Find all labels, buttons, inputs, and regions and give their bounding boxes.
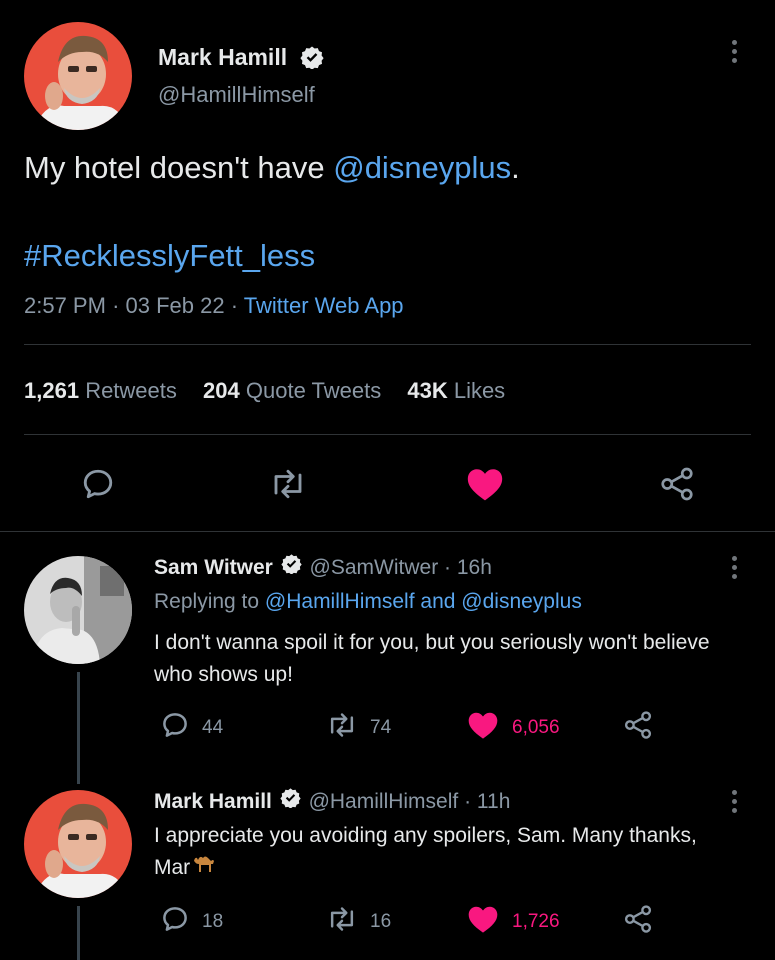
divider bbox=[0, 531, 775, 532]
mention-link[interactable]: @disneyplus bbox=[333, 150, 511, 185]
hashtag-link[interactable]: #RecklesslyFett_less bbox=[24, 238, 315, 274]
replying-prefix: Replying to bbox=[154, 590, 265, 613]
reply-icon bbox=[160, 710, 190, 745]
reply-text: I appreciate you avoiding any spoilers, … bbox=[154, 820, 714, 884]
likes-count: 43K bbox=[407, 378, 448, 403]
heart-icon bbox=[466, 710, 500, 745]
reply-handle[interactable]: @SamWitwer bbox=[310, 556, 439, 579]
main-handle[interactable]: @HamillHimself bbox=[158, 82, 315, 108]
tweet-meta: 2:57 PM · 03 Feb 22 · Twitter Web App bbox=[24, 293, 404, 319]
reply-count: 18 bbox=[202, 910, 224, 932]
share-icon[interactable] bbox=[622, 904, 654, 939]
tweet-source[interactable]: Twitter Web App bbox=[244, 293, 404, 318]
reply-header: Mark Hamill @HamillHimself · 11h bbox=[154, 787, 510, 816]
reply-action[interactable]: 18 bbox=[160, 904, 223, 939]
reply-text-body: I appreciate you avoiding any spoilers, … bbox=[154, 824, 697, 879]
avatar-mark-hamill[interactable] bbox=[24, 22, 132, 130]
camel-emoji bbox=[192, 852, 216, 884]
more-icon[interactable] bbox=[732, 790, 738, 817]
reply-handle[interactable]: @HamillHimself bbox=[309, 790, 459, 813]
tweet-text-prefix: My hotel doesn't have bbox=[24, 150, 334, 185]
share-icon[interactable] bbox=[658, 466, 696, 507]
share-icon[interactable] bbox=[622, 710, 654, 745]
like-action[interactable]: 6,056 bbox=[466, 710, 560, 745]
heart-icon[interactable] bbox=[465, 466, 505, 507]
retweet-icon bbox=[326, 710, 358, 745]
retweet-count: 16 bbox=[370, 910, 392, 932]
main-display-name[interactable]: Mark Hamill bbox=[158, 44, 287, 71]
likes-stat[interactable]: 43K Likes bbox=[407, 378, 505, 403]
tweet-date[interactable]: 03 Feb 22 bbox=[126, 293, 225, 318]
thread-line bbox=[77, 906, 80, 960]
avatar-mark-hamill[interactable] bbox=[24, 790, 132, 898]
retweet-count: 74 bbox=[370, 716, 392, 738]
thread-line bbox=[77, 672, 80, 784]
replying-and: and bbox=[414, 590, 462, 613]
quotes-count: 204 bbox=[203, 378, 240, 403]
retweet-action[interactable]: 16 bbox=[326, 904, 391, 939]
avatar-sam-witwer[interactable] bbox=[24, 556, 132, 664]
replying-user-1[interactable]: @HamillHimself bbox=[265, 590, 415, 613]
retweet-icon[interactable] bbox=[268, 466, 308, 507]
meta-separator-2: · bbox=[230, 293, 239, 318]
reply-count: 44 bbox=[202, 716, 224, 738]
verified-icon bbox=[281, 553, 302, 580]
like-count: 6,056 bbox=[512, 716, 560, 738]
tweet-text: My hotel doesn't have @disneyplus. bbox=[24, 150, 520, 186]
reply-age[interactable]: · 11h bbox=[464, 790, 510, 813]
reply-action[interactable]: 44 bbox=[160, 710, 223, 745]
reply-display-name[interactable]: Mark Hamill bbox=[154, 790, 272, 813]
tweet-text-suffix: . bbox=[511, 150, 520, 185]
more-icon[interactable] bbox=[732, 40, 738, 67]
verified-icon bbox=[280, 787, 301, 814]
heart-icon bbox=[466, 904, 500, 939]
reply-header: Sam Witwer @SamWitwer · 16h bbox=[154, 553, 492, 582]
reply-icon bbox=[160, 904, 190, 939]
retweets-count: 1,261 bbox=[24, 378, 80, 403]
quotes-stat[interactable]: 204 Quote Tweets bbox=[203, 378, 381, 403]
divider bbox=[24, 434, 751, 435]
like-action[interactable]: 1,726 bbox=[466, 904, 560, 939]
like-count: 1,726 bbox=[512, 910, 560, 932]
verified-icon bbox=[300, 45, 324, 74]
divider bbox=[24, 344, 751, 345]
reply-age[interactable]: · 16h bbox=[444, 556, 492, 579]
more-icon[interactable] bbox=[732, 556, 738, 583]
reply-display-name[interactable]: Sam Witwer bbox=[154, 556, 273, 579]
retweets-label: Retweets bbox=[85, 378, 177, 403]
reply-text: I don't wanna spoil it for you, but you … bbox=[154, 631, 710, 686]
replying-to: Replying to @HamillHimself and @disneypl… bbox=[154, 590, 582, 614]
meta-separator: · bbox=[112, 293, 120, 318]
tweet-stats: 1,261 Retweets 204 Quote Tweets 43K Like… bbox=[24, 378, 505, 404]
reply-icon[interactable] bbox=[80, 466, 116, 507]
replying-user-2[interactable]: @disneyplus bbox=[461, 590, 582, 613]
retweet-action[interactable]: 74 bbox=[326, 710, 391, 745]
retweet-icon bbox=[326, 904, 358, 939]
retweets-stat[interactable]: 1,261 Retweets bbox=[24, 378, 177, 403]
likes-label: Likes bbox=[453, 378, 506, 403]
tweet-time[interactable]: 2:57 PM bbox=[24, 293, 106, 318]
quotes-label: Quote Tweets bbox=[245, 378, 382, 403]
